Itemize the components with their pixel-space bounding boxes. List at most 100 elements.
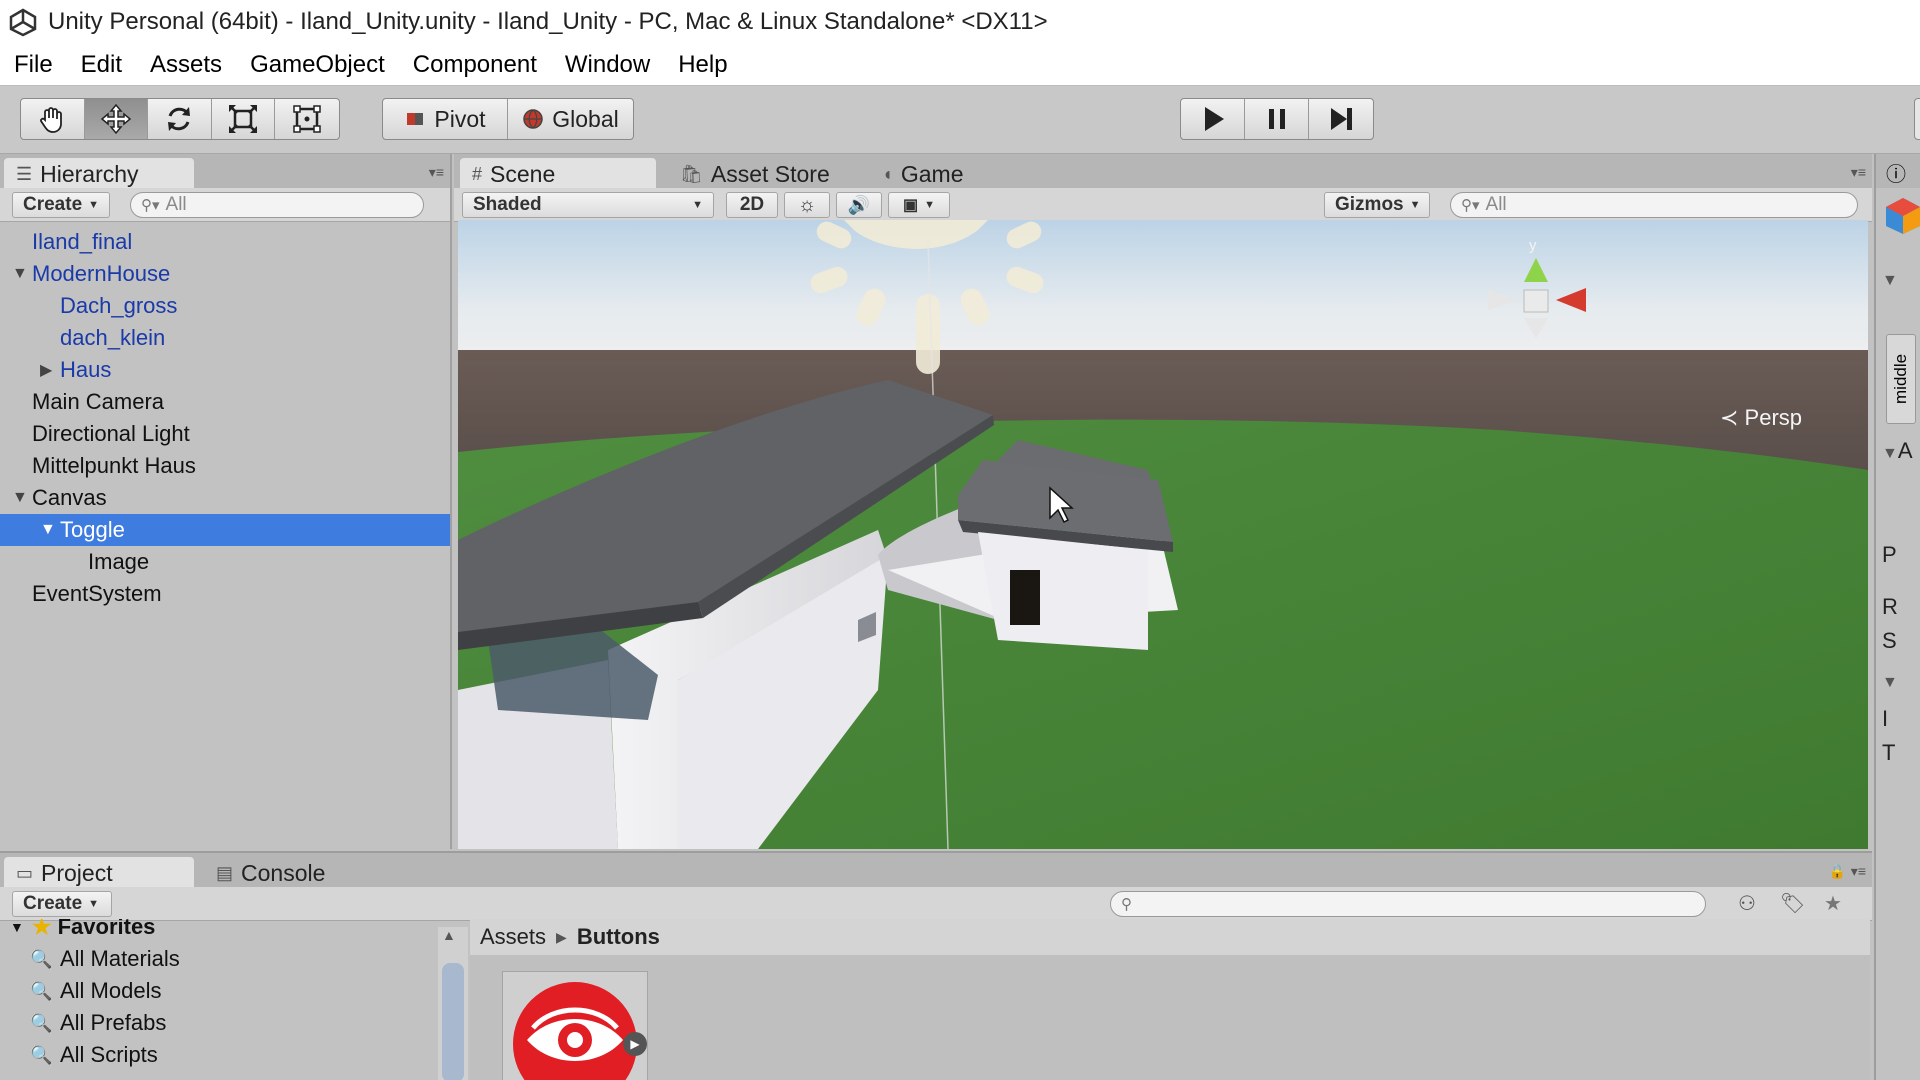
breadcrumb-buttons[interactable]: Buttons	[577, 924, 660, 950]
pivot-button[interactable]: Pivot	[383, 99, 508, 139]
project-search-input[interactable]: ⚲	[1110, 891, 1706, 917]
pivot-icon	[407, 113, 424, 125]
menu-file[interactable]: File	[0, 51, 67, 79]
menu-component[interactable]: Component	[399, 51, 551, 79]
expanded-arrow-icon[interactable]: ▼	[40, 521, 56, 539]
panel-menu-icon[interactable]: ▾≡	[1851, 863, 1866, 880]
project-tabbar: ▭ Project ▤ Console 🔒 ▾≡	[0, 853, 1872, 889]
filter-by-label-icon[interactable]: 🏷	[1780, 891, 1805, 916]
hierarchy-item[interactable]: Iland_final	[0, 226, 450, 258]
tab-project[interactable]: ▭ Project	[4, 857, 194, 889]
sliver-r: R	[1882, 594, 1898, 619]
gizmos-dropdown[interactable]: Gizmos ▼	[1324, 192, 1430, 218]
favorites-label: Favorites	[57, 919, 156, 939]
toggle-2d-button[interactable]: 2D	[726, 192, 778, 218]
globe-icon	[523, 109, 543, 129]
unity-editor: Unity Personal (64bit) - Iland_Unity.uni…	[0, 0, 1920, 1080]
filter-by-type-icon[interactable]: ⚇	[1738, 891, 1756, 916]
hierarchy-search-input[interactable]: ⚲▾ All	[130, 192, 424, 218]
tab-game[interactable]: ◖ Game	[870, 158, 990, 190]
pause-button[interactable]	[1245, 99, 1309, 139]
scene-audio-button[interactable]: 🔊	[836, 192, 882, 218]
gizmos-label: Gizmos	[1335, 194, 1404, 215]
menu-help[interactable]: Help	[664, 51, 741, 79]
scene-tabbar: # Scene 🛍 Asset Store ◖ Game ▾≡	[454, 154, 1872, 190]
scroll-up-icon[interactable]: ▲	[442, 927, 456, 943]
expand-asset-icon[interactable]: ▶	[623, 1032, 647, 1056]
expanded-arrow-icon[interactable]: ▼	[12, 265, 28, 283]
hierarchy-item[interactable]: Directional Light	[0, 418, 450, 450]
menu-gameobject[interactable]: GameObject	[236, 51, 399, 79]
favorites-header[interactable]: ▼ ★ Favorites	[10, 919, 155, 943]
scene-lighting-button[interactable]: ☼	[784, 192, 830, 218]
rect-tool-button[interactable]	[275, 99, 339, 139]
anchor-preset-middle[interactable]: middle	[1886, 334, 1916, 424]
search-icon: ⚲▾	[1461, 197, 1480, 214]
tab-console[interactable]: ▤ Console	[204, 857, 364, 889]
favorites-item[interactable]: 🔍 All Prefabs	[30, 1007, 166, 1039]
persp-label[interactable]: ≺ Persp	[1720, 405, 1802, 431]
menu-edit[interactable]: Edit	[67, 51, 136, 79]
shading-mode-dropdown[interactable]: Shaded ▼	[462, 192, 714, 218]
project-create-dropdown[interactable]: Create ▼	[12, 891, 112, 917]
scene-effects-dropdown[interactable]: ▣ ▼	[888, 192, 950, 218]
expanded-arrow-icon[interactable]: ▼	[12, 489, 28, 507]
hierarchy-item[interactable]: dach_klein	[0, 322, 450, 354]
menu-assets[interactable]: Assets	[136, 51, 236, 79]
hierarchy-item[interactable]: Mittelpunkt Haus	[0, 450, 450, 482]
hierarchy-item[interactable]: ▼ Toggle	[0, 514, 450, 546]
inspector-letter-r: R	[1882, 594, 1898, 620]
scale-tool-button[interactable]	[212, 99, 276, 139]
hierarchy-item[interactable]: ▼ ModernHouse	[0, 258, 450, 290]
favorites-item[interactable]: 🔍 All Materials	[30, 943, 180, 975]
scene-search-input[interactable]: ⚲▾ All	[1450, 192, 1858, 218]
project-tree-scrollbar[interactable]: ▲	[438, 927, 468, 1080]
panel-menu-icon[interactable]: ▾≡	[429, 164, 444, 181]
hierarchy-create-dropdown[interactable]: Create ▼	[12, 192, 110, 218]
grid-hash-icon: #	[472, 163, 483, 184]
menu-window[interactable]: Window	[551, 51, 664, 79]
global-label: Global	[552, 105, 619, 132]
global-button[interactable]: Global	[508, 99, 633, 139]
play-button[interactable]	[1181, 99, 1245, 139]
hierarchy-item[interactable]: ▼ Canvas	[0, 482, 450, 514]
collapse-arrow-icon[interactable]: ▼	[1882, 674, 1898, 692]
step-button[interactable]	[1309, 99, 1373, 139]
layers-dropdown-edge[interactable]	[1914, 98, 1920, 140]
lock-icon[interactable]: 🔒	[1829, 863, 1846, 880]
caret-down-icon: ▼	[88, 199, 100, 211]
collapsed-arrow-icon[interactable]: ▶	[40, 360, 52, 380]
info-icon[interactable]: ⓘ	[1886, 158, 1906, 187]
collapse-arrow-icon[interactable]: ▼	[1882, 272, 1898, 290]
hierarchy-item[interactable]: Image	[0, 546, 450, 578]
asset-eye-icon-thumbnail[interactable]: ▶	[502, 971, 648, 1080]
search-icon: ⚲	[1121, 896, 1132, 913]
favorites-item-label: All Models	[60, 978, 162, 1003]
menu-bar: File Edit Assets GameObject Component Wi…	[0, 44, 1920, 86]
tab-scene-label: Scene	[490, 160, 556, 187]
inspector-tabbar: ⓘ	[1876, 154, 1920, 188]
panel-menu-icon[interactable]: ▾≡	[1851, 164, 1866, 181]
favorites-item[interactable]: 🔍 All Models	[30, 975, 162, 1007]
assets-browser: Assets ▶ Buttons ▶	[470, 919, 1870, 1080]
unity-logo-icon	[9, 8, 37, 37]
tab-hierarchy[interactable]: ☰ Hierarchy	[4, 158, 194, 190]
create-label: Create	[23, 893, 83, 914]
hierarchy-item[interactable]: EventSystem	[0, 578, 450, 610]
move-tool-button[interactable]	[84, 99, 149, 139]
hierarchy-item[interactable]: ▶ Haus	[0, 354, 450, 386]
favorite-star-icon[interactable]: ★	[1824, 891, 1842, 916]
hand-tool-button[interactable]	[21, 99, 85, 139]
scene-viewport[interactable]: y ≺ Persp	[458, 220, 1868, 849]
tab-scene[interactable]: # Scene	[460, 158, 656, 190]
search-placeholder: All	[1485, 194, 1507, 215]
scrollbar-thumb[interactable]	[442, 963, 464, 1080]
hierarchy-item[interactable]: Main Camera	[0, 386, 450, 418]
breadcrumb-assets[interactable]: Assets	[480, 924, 546, 950]
pacman-icon: ◖	[882, 163, 893, 184]
hierarchy-item[interactable]: Dach_gross	[0, 290, 450, 322]
rotate-tool-button[interactable]	[148, 99, 212, 139]
favorites-item[interactable]: 🔍 All Scripts	[30, 1039, 158, 1071]
create-label: Create	[23, 194, 83, 215]
tab-asset-store[interactable]: 🛍 Asset Store	[668, 158, 854, 190]
